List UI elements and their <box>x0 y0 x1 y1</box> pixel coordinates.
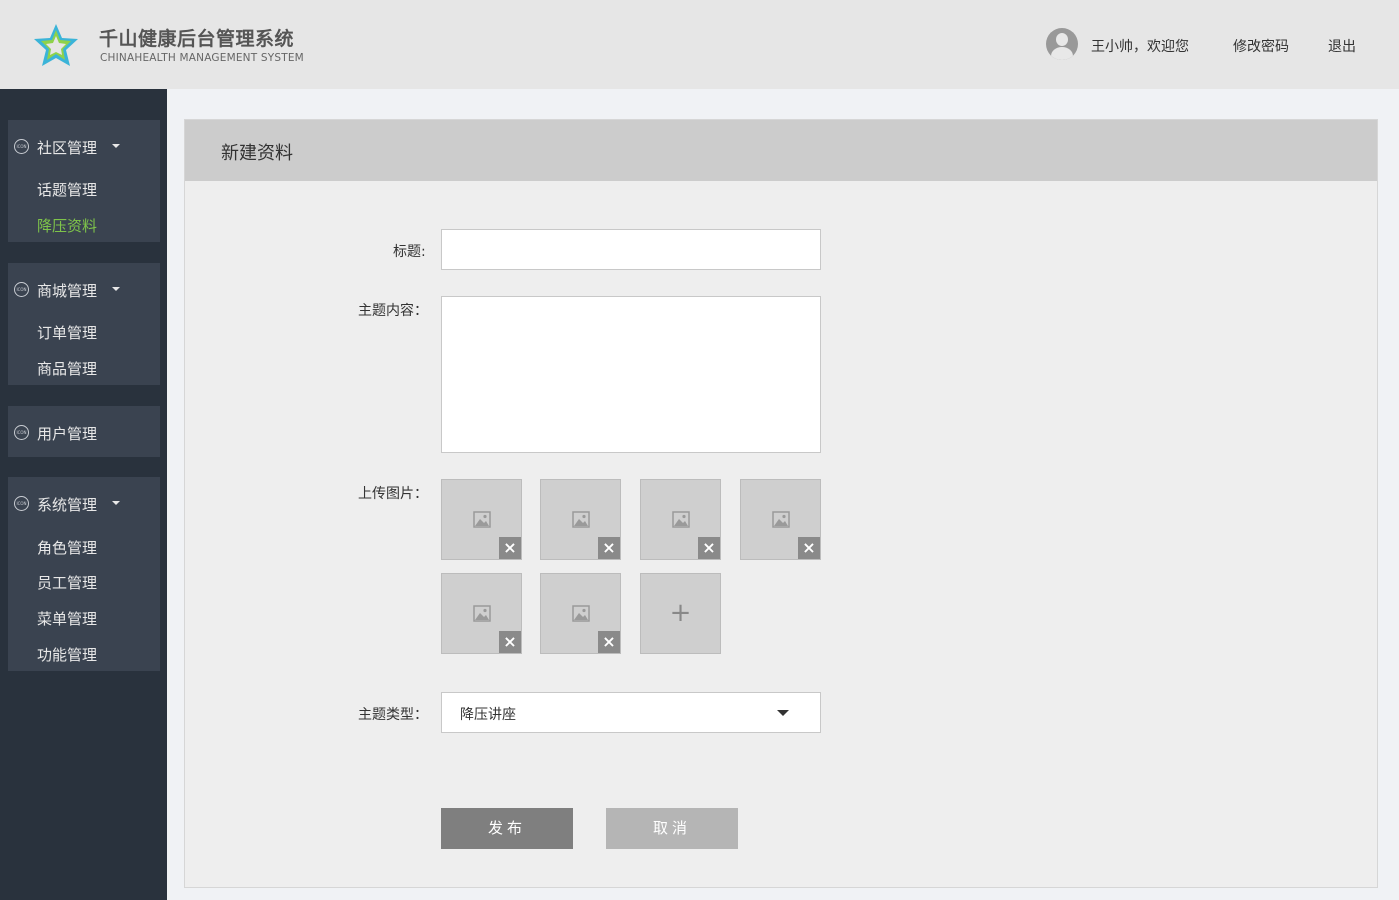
image-placeholder-icon <box>572 511 590 528</box>
panel-header: 新建资料 <box>185 120 1377 181</box>
content-textarea[interactable] <box>441 296 821 453</box>
type-select[interactable]: 降压讲座 <box>441 692 821 733</box>
upload-label: 上传图片： <box>358 486 428 502</box>
logout-link[interactable]: 退出 <box>1328 36 1356 56</box>
change-password-link[interactable]: 修改密码 <box>1233 36 1289 56</box>
menu-group-system: ICON 系统管理 角色管理 员工管理 菜单管理 功能管理 <box>8 477 160 671</box>
caret-down-icon <box>777 710 789 716</box>
app-subtitle: CHINAHEALTH MANAGEMENT SYSTEM <box>100 52 304 64</box>
menu-label: 商城管理 <box>37 282 98 300</box>
menu-icon: ICON <box>14 139 29 154</box>
menu-icon: ICON <box>14 425 29 440</box>
sidebar-item-menus[interactable]: 菜单管理 <box>37 608 97 629</box>
type-select-value: 降压讲座 <box>460 707 516 723</box>
form-panel: 新建资料 标题: 主题内容： 上传图片： × × × × × × + 主题类型：… <box>184 119 1378 888</box>
menu-label: 社区管理 <box>37 139 98 157</box>
uploaded-image-thumb[interactable]: × <box>740 479 821 560</box>
uploaded-image-thumb[interactable]: × <box>640 479 721 560</box>
uploaded-image-thumb[interactable]: × <box>540 479 621 560</box>
logo-star-icon <box>34 24 78 66</box>
publish-button[interactable]: 发布 <box>441 808 573 849</box>
menu-group-users: ICON 用户管理 <box>8 406 160 457</box>
image-placeholder-icon <box>772 511 790 528</box>
type-label: 主题类型： <box>358 707 428 723</box>
caret-down-icon <box>112 287 120 291</box>
uploaded-image-thumb[interactable]: × <box>540 573 621 654</box>
top-header: 千山健康后台管理系统 CHINAHEALTH MANAGEMENT SYSTEM… <box>0 0 1399 89</box>
image-placeholder-icon <box>672 511 690 528</box>
app-title: 千山健康后台管理系统 <box>99 28 295 50</box>
sidebar-item-orders[interactable]: 订单管理 <box>37 322 97 343</box>
menu-head-users[interactable]: ICON 用户管理 <box>8 406 160 458</box>
caret-down-icon <box>112 144 120 148</box>
menu-head-system[interactable]: ICON 系统管理 <box>8 477 160 529</box>
title-input[interactable] <box>441 229 821 270</box>
sidebar-item-topics[interactable]: 话题管理 <box>37 179 97 200</box>
uploaded-image-thumb[interactable]: × <box>441 479 522 560</box>
welcome-text: 王小帅，欢迎您 <box>1091 39 1189 55</box>
sidebar-item-products[interactable]: 商品管理 <box>37 358 97 379</box>
caret-down-icon <box>112 501 120 505</box>
cancel-button[interactable]: 取消 <box>606 808 738 849</box>
sidebar-item-functions[interactable]: 功能管理 <box>37 644 97 665</box>
menu-label: 用户管理 <box>37 425 98 443</box>
delete-image-icon[interactable]: × <box>698 537 720 559</box>
delete-image-icon[interactable]: × <box>499 537 521 559</box>
delete-image-icon[interactable]: × <box>798 537 820 559</box>
menu-group-mall: ICON 商城管理 订单管理 商品管理 <box>8 263 160 385</box>
menu-icon: ICON <box>14 282 29 297</box>
plus-icon: + <box>669 598 692 628</box>
sidebar: ICON 社区管理 话题管理 降压资料 ICON 商城管理 订单管理 商品管理 … <box>0 89 167 900</box>
sidebar-item-roles[interactable]: 角色管理 <box>37 537 97 558</box>
delete-image-icon[interactable]: × <box>598 537 620 559</box>
uploaded-image-thumb[interactable]: × <box>441 573 522 654</box>
delete-image-icon[interactable]: × <box>598 631 620 653</box>
image-placeholder-icon <box>473 511 491 528</box>
menu-head-mall[interactable]: ICON 商城管理 <box>8 263 160 315</box>
content-label: 主题内容： <box>358 303 428 319</box>
image-placeholder-icon <box>572 605 590 622</box>
menu-group-community: ICON 社区管理 话题管理 降压资料 <box>8 120 160 242</box>
add-image-button[interactable]: + <box>640 573 721 654</box>
delete-image-icon[interactable]: × <box>499 631 521 653</box>
image-placeholder-icon <box>473 605 491 622</box>
sidebar-item-bp-materials[interactable]: 降压资料 <box>37 215 97 236</box>
sidebar-item-staff[interactable]: 员工管理 <box>37 572 97 593</box>
user-avatar[interactable] <box>1046 28 1078 60</box>
menu-label: 系统管理 <box>37 496 98 514</box>
menu-icon: ICON <box>14 496 29 511</box>
title-label: 标题: <box>393 244 426 260</box>
menu-head-community[interactable]: ICON 社区管理 <box>8 120 160 172</box>
page-title: 新建资料 <box>221 143 293 164</box>
